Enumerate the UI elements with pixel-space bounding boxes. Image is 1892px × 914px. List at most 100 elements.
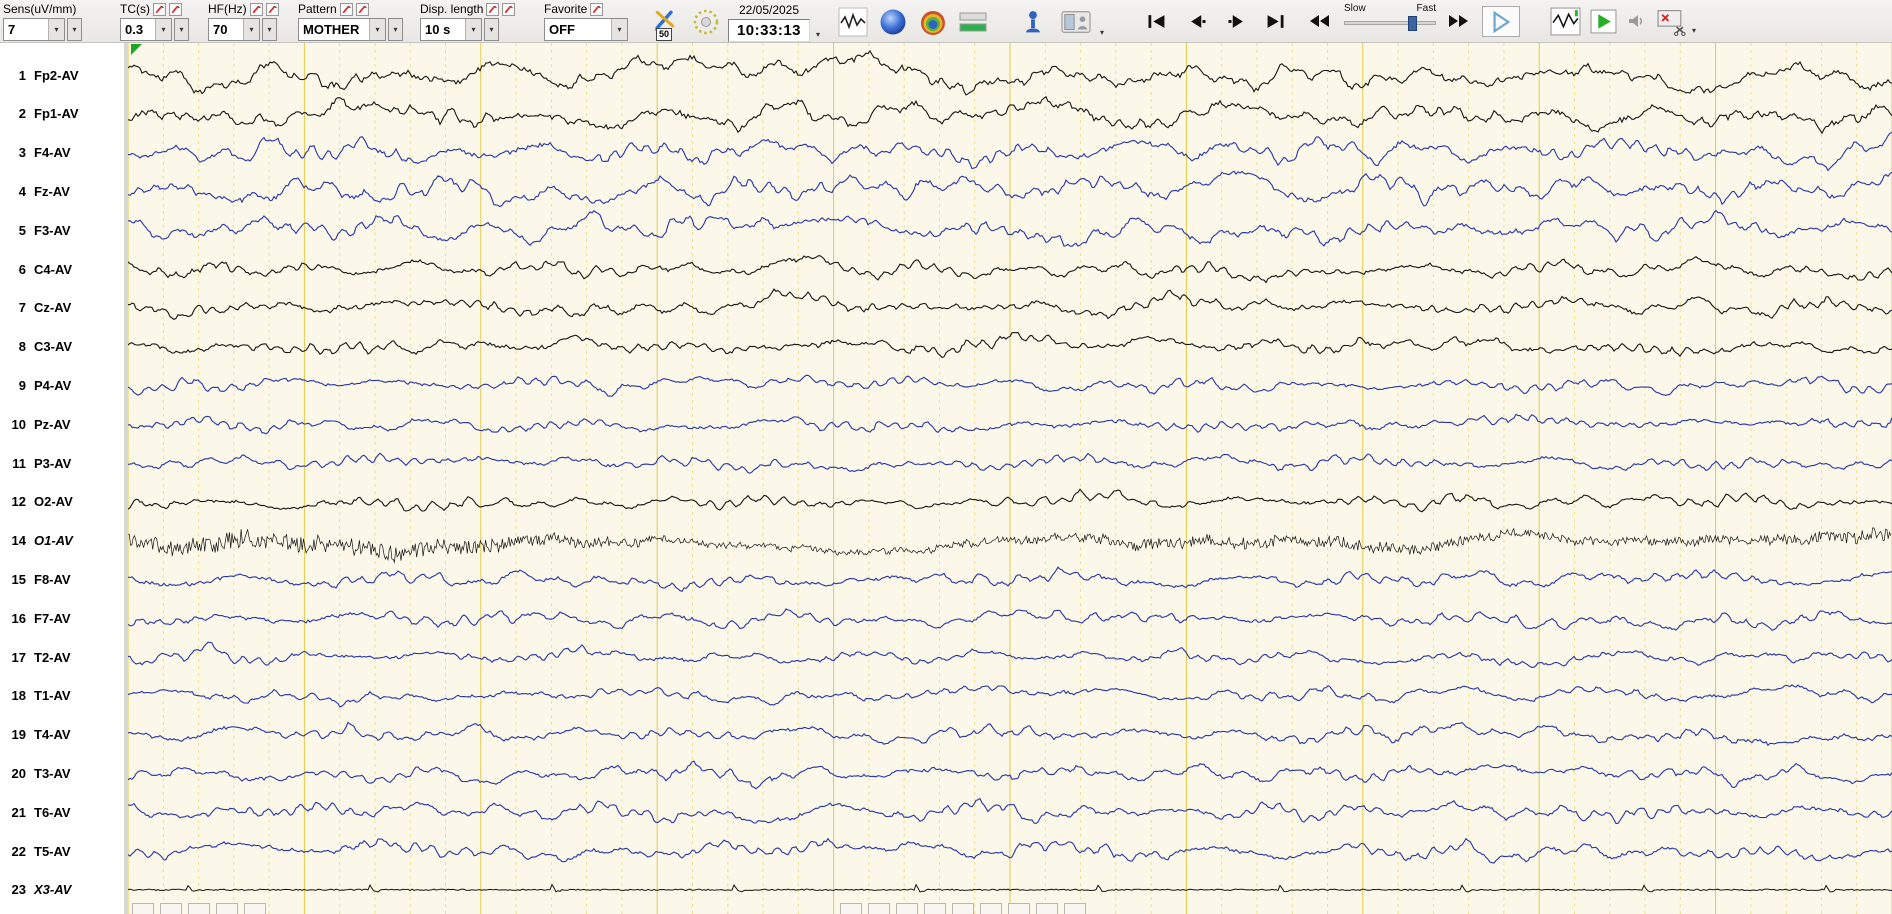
channel-row[interactable]: 7 Cz-AV [0, 299, 72, 317]
favorite-select[interactable]: OFF [544, 18, 628, 41]
channel-label: Pz-AV [34, 416, 71, 432]
channel-row[interactable]: 5 F3-AV [0, 221, 71, 239]
hf-step-dropdown[interactable] [262, 18, 277, 41]
speaker-icon [1629, 15, 1643, 27]
event-marker-box[interactable] [868, 903, 890, 914]
event-marker-box[interactable] [896, 903, 918, 914]
event-marker-box[interactable] [132, 903, 154, 914]
disp-length-select[interactable]: 10 s [420, 18, 482, 41]
channel-row[interactable]: 21 T6-AV [0, 803, 71, 821]
channel-row[interactable]: 17 T2-AV [0, 648, 71, 666]
event-marker-box[interactable] [1036, 903, 1058, 914]
tc-step-dropdown[interactable] [174, 18, 189, 41]
trace-area[interactable] [128, 43, 1892, 914]
pattern-select[interactable]: MOTHER [298, 18, 386, 41]
montage-edit-button[interactable] [1654, 5, 1688, 39]
channel-row[interactable]: 14 O1-AV [0, 532, 73, 550]
step-forward-button[interactable] [1220, 9, 1254, 34]
event-marker-box[interactable] [216, 903, 238, 914]
toolbar-overflow-icon[interactable] [1100, 28, 1104, 37]
sens-step-dropdown[interactable] [67, 18, 82, 41]
edit-filter-icon[interactable] [265, 2, 279, 16]
channel-row[interactable]: 9 P4-AV [0, 376, 72, 394]
notch-filter-badge[interactable]: 50 [656, 28, 673, 41]
event-marker-box[interactable] [924, 903, 946, 914]
channel-label: Fp2-AV [34, 67, 79, 83]
channel-row[interactable]: 1 Fp2-AV [0, 66, 79, 84]
channel-row[interactable]: 3 F4-AV [0, 144, 71, 162]
video-sync-button[interactable] [1056, 6, 1096, 37]
edit-filter-icon[interactable] [169, 2, 182, 16]
chevron-down-icon [48, 19, 64, 40]
channel-row[interactable]: 20 T3-AV [0, 764, 71, 782]
play-speed-slider[interactable]: Slow Fast [1344, 3, 1436, 31]
skip-to-end-button[interactable] [1258, 9, 1292, 34]
edit-display-icon[interactable] [486, 2, 500, 16]
channel-row[interactable]: 4 Fz-AV [0, 182, 70, 200]
channel-row[interactable]: 23 X3-AV [0, 881, 72, 899]
audio-button[interactable] [1624, 10, 1650, 32]
sensitivity-control: Sens(uV/mm) 7 [3, 2, 82, 41]
channel-number: 21 [11, 804, 26, 820]
channel-row[interactable]: 6 C4-AV [0, 260, 72, 278]
channel-row[interactable]: 18 T1-AV [0, 687, 71, 705]
fast-forward-icon [1449, 15, 1468, 27]
pattern-step-dropdown[interactable] [388, 18, 403, 41]
hf-select[interactable]: 70 [208, 18, 260, 41]
patient-info-button[interactable] [1018, 6, 1048, 37]
channel-row[interactable]: 2 Fp1-AV [0, 105, 79, 123]
sens-select[interactable]: 7 [3, 18, 65, 41]
channel-label: F8-AV [34, 571, 71, 587]
channel-row[interactable]: 10 Pz-AV [0, 415, 71, 433]
toolbar-overflow-icon[interactable] [1692, 26, 1696, 35]
channel-number: 6 [18, 261, 26, 277]
edit-filter-icon[interactable] [249, 2, 263, 16]
edit-filter-icon[interactable] [153, 2, 166, 16]
colorbar-view-button[interactable] [956, 5, 990, 39]
step-forward-icon [1228, 15, 1243, 28]
electrode-map-button[interactable] [690, 6, 722, 38]
waveform-view-button[interactable] [836, 5, 870, 39]
edit-display-icon[interactable] [502, 2, 516, 16]
event-marker-box[interactable] [840, 903, 862, 914]
step-back-button[interactable] [1180, 9, 1214, 34]
channel-label: T4-AV [34, 727, 71, 743]
event-marker-box[interactable] [1008, 903, 1030, 914]
disp-length-step-dropdown[interactable] [484, 18, 499, 41]
channel-label: P3-AV [34, 455, 72, 471]
chevron-down-icon [465, 19, 481, 40]
fast-forward-button[interactable] [1444, 12, 1472, 30]
channel-number: 22 [11, 843, 26, 859]
rewind-button[interactable] [1306, 12, 1334, 30]
channel-row[interactable]: 15 F8-AV [0, 570, 71, 588]
channel-row[interactable]: 11 P3-AV [0, 454, 71, 472]
video-icon [1061, 10, 1091, 33]
auto-play-button[interactable] [1588, 7, 1618, 35]
tc-select[interactable]: 0.3 [120, 18, 172, 41]
play-button[interactable] [1482, 6, 1520, 37]
skip-end-icon [1267, 15, 1284, 28]
speed-slider-track[interactable] [1344, 16, 1436, 31]
channel-row[interactable]: 19 T4-AV [0, 726, 71, 744]
event-marker-box[interactable] [244, 903, 266, 914]
edit-favorite-icon[interactable] [590, 2, 604, 16]
channel-row[interactable]: 12 O2-AV [0, 493, 73, 511]
edit-pattern-icon[interactable] [339, 2, 353, 16]
toolbar-overflow-icon[interactable] [816, 30, 820, 39]
brain-topography-button[interactable] [876, 5, 910, 39]
event-marker-box[interactable] [1064, 903, 1086, 914]
event-marker-box[interactable] [980, 903, 1002, 914]
trend-view-button[interactable] [1548, 6, 1582, 37]
edit-pattern-icon[interactable] [355, 2, 369, 16]
skip-to-start-button[interactable] [1140, 9, 1174, 34]
speed-slider-thumb[interactable] [1408, 16, 1417, 31]
event-marker-box[interactable] [160, 903, 182, 914]
channel-row[interactable]: 8 C3-AV [0, 338, 72, 356]
high-frequency-control: HF(Hz) 70 [208, 2, 279, 41]
channel-row[interactable]: 22 T5-AV [0, 842, 71, 860]
channel-row[interactable]: 16 F7-AV [0, 609, 71, 627]
event-marker-box[interactable] [188, 903, 210, 914]
event-marker-box[interactable] [952, 903, 974, 914]
spectral-map-button[interactable] [916, 5, 950, 39]
channel-label: P4-AV [34, 377, 72, 393]
